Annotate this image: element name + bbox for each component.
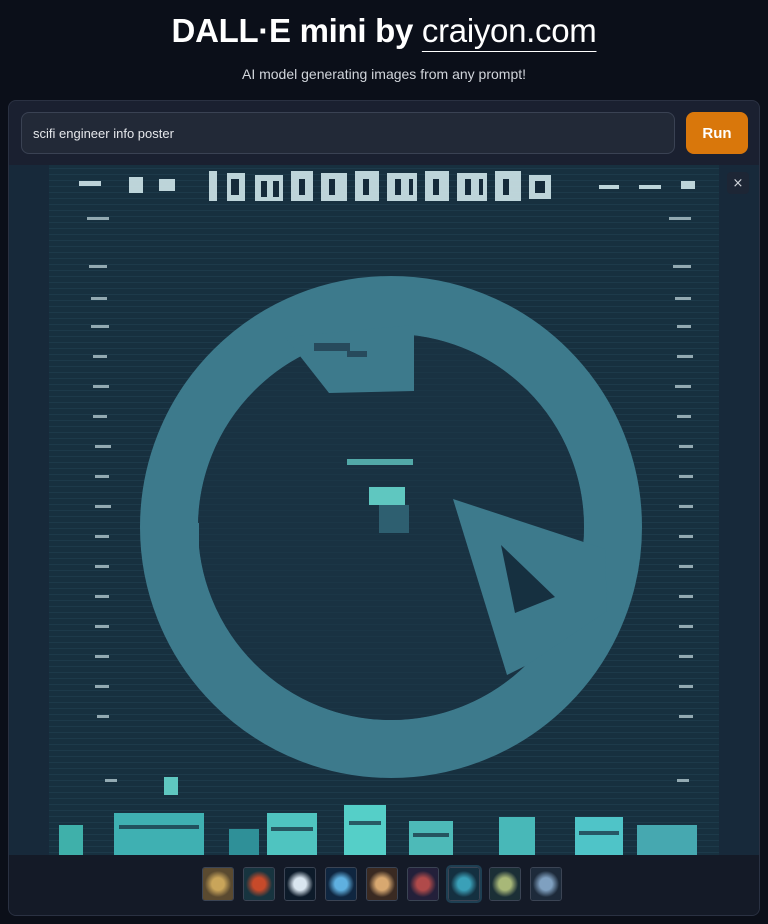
close-icon: × <box>732 175 744 191</box>
close-preview-button[interactable]: × <box>727 172 749 194</box>
generator-panel: Run <box>8 100 760 916</box>
thumbnail-strip <box>202 865 562 903</box>
thumbnail-5-image <box>367 868 397 900</box>
craiyon-link[interactable]: craiyon.com <box>422 12 597 49</box>
thumbnail-gallery <box>9 855 759 915</box>
generated-image-preview: × <box>9 165 759 855</box>
thumbnail-7-image <box>449 868 479 900</box>
generated-image <box>9 165 759 855</box>
thumbnail-1-image <box>203 868 233 900</box>
thumbnail-1[interactable] <box>202 867 234 901</box>
thumbnail-8[interactable] <box>489 867 521 901</box>
thumbnail-6-image <box>408 868 438 900</box>
thumbnail-2[interactable] <box>243 867 275 901</box>
thumbnail-9-image <box>531 868 561 900</box>
run-button[interactable]: Run <box>686 112 748 154</box>
page-title: DALL·E mini by craiyon.com <box>0 12 768 50</box>
page-subtitle: AI model generating images from any prom… <box>241 66 527 82</box>
thumbnail-6[interactable] <box>407 867 439 901</box>
thumbnail-9[interactable] <box>530 867 562 901</box>
thumbnail-3[interactable] <box>284 867 316 901</box>
title-prefix: DALL·E mini by <box>171 12 422 49</box>
prompt-input[interactable] <box>21 112 675 154</box>
thumbnail-8-image <box>490 868 520 900</box>
thumbnail-5[interactable] <box>366 867 398 901</box>
thumbnail-3-image <box>285 868 315 900</box>
thumbnail-7[interactable] <box>446 865 482 903</box>
header: DALL·E mini by craiyon.com AI model gene… <box>0 0 768 100</box>
thumbnail-4[interactable] <box>325 867 357 901</box>
thumbnail-4-image <box>326 868 356 900</box>
thumbnail-2-image <box>244 868 274 900</box>
